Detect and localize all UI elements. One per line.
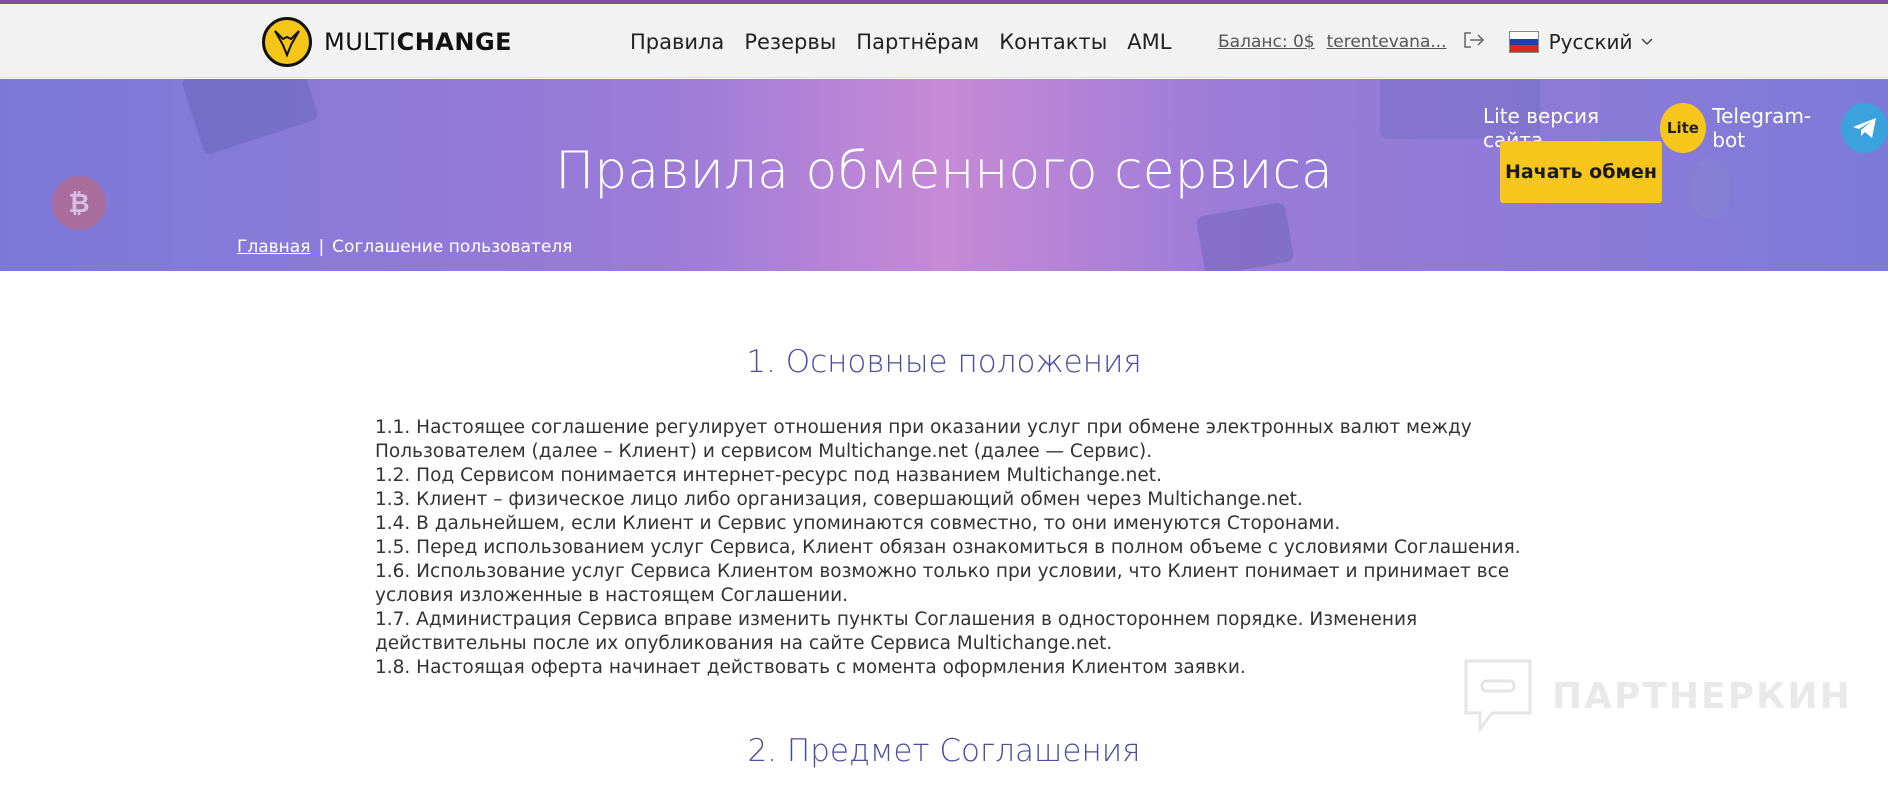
nav-rules[interactable]: Правила [630, 30, 724, 54]
balance-link[interactable]: Баланс: 0$ [1218, 32, 1315, 52]
nav-aml[interactable]: AML [1127, 30, 1171, 54]
breadcrumb: Главная | Соглашение пользователя [237, 237, 572, 257]
section-1-title: 1. Основные положения [746, 344, 1142, 380]
breadcrumb-home[interactable]: Главная [237, 237, 310, 257]
nav-partners[interactable]: Партнёрам [856, 30, 979, 54]
watermark: ПАРТНЕРКИН [1462, 657, 1852, 735]
user-link[interactable]: terentevana... [1327, 32, 1447, 52]
logo[interactable]: MULTICHANGE [262, 17, 512, 67]
lite-badge[interactable]: Lite [1659, 103, 1707, 153]
section-1-items: 1.1. Настоящее соглашение регулирует отн… [375, 416, 1525, 680]
clause-1-4: 1.4. В дальнейшем, если Клиент и Сервис … [375, 513, 1341, 534]
clause-1-8: 1.8. Настоящая оферта начинает действова… [375, 657, 1246, 678]
site-header: MULTICHANGE Правила Резервы Партнёрам Ко… [0, 4, 1888, 78]
telegram-bot-link[interactable]: Telegram-bot [1712, 104, 1835, 152]
section-2-title: 2. Предмет Соглашения [747, 733, 1141, 769]
watermark-chat-icon [1464, 659, 1532, 734]
chevron-down-icon[interactable] [1641, 34, 1653, 50]
telegram-icon[interactable] [1841, 103, 1888, 153]
hero-banner: ₿ Правила обменного сервиса Главная | Согл… [0, 79, 1888, 271]
nav-contacts[interactable]: Контакты [999, 30, 1107, 54]
start-exchange-button[interactable]: Начать обмен [1500, 141, 1662, 203]
clause-1-3: 1.3. Клиент – физическое лицо либо орган… [375, 489, 1303, 510]
russian-flag-icon[interactable] [1508, 31, 1539, 53]
clause-1-7: 1.7. Администрация Сервиса вправе измени… [375, 609, 1418, 654]
card-decoration [1195, 201, 1295, 271]
clause-1-2: 1.2. Под Сервисом понимается интернет-ре… [375, 465, 1162, 486]
clause-1-5: 1.5. Перед использованием услуг Сервиса,… [375, 537, 1521, 558]
logout-icon[interactable] [1463, 30, 1485, 54]
breadcrumb-current: Соглашение пользователя [332, 237, 573, 257]
clause-1-1: 1.1. Настоящее соглашение регулирует отн… [375, 417, 1472, 462]
language-selector[interactable]: Русский [1549, 30, 1633, 54]
clause-1-6: 1.6. Использование услуг Сервиса Клиенто… [375, 561, 1510, 606]
logo-text: MULTICHANGE [324, 28, 513, 56]
breadcrumb-separator: | [318, 237, 325, 257]
account-bar: Баланс: 0$ terentevana... Русский [1218, 30, 1653, 54]
nav-reserves[interactable]: Резервы [744, 30, 836, 54]
main-nav: Правила Резервы Партнёрам Контакты AML [630, 30, 1171, 54]
fox-logo-icon [262, 17, 312, 67]
